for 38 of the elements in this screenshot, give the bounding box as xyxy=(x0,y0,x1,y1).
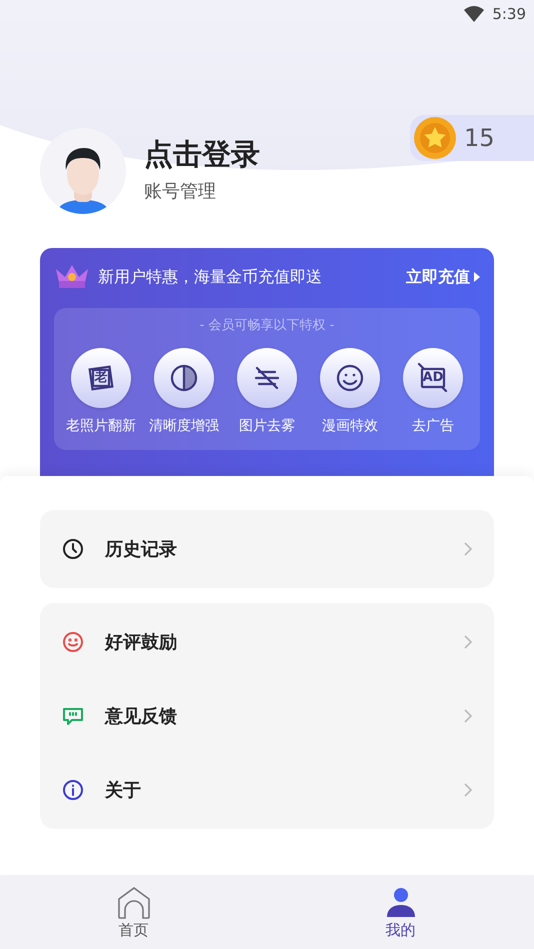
crown-icon xyxy=(54,263,90,291)
perk-label: 老照片翻新 xyxy=(66,416,136,436)
menu-item[interactable]: 关于 xyxy=(40,753,494,827)
login-title[interactable]: 点击登录 xyxy=(144,134,260,174)
account-label[interactable]: 账号管理 xyxy=(144,178,260,205)
perk-badge[interactable] xyxy=(154,348,214,408)
person-icon xyxy=(386,886,416,919)
clock-icon xyxy=(61,537,85,561)
perk-label: 清晰度增强 xyxy=(149,416,219,436)
star-coin-icon xyxy=(414,117,456,159)
promo-text: 新用户特惠，海量金币充值即送 xyxy=(98,266,322,288)
chevron-right-icon xyxy=(463,782,473,798)
status-time: 5:39 xyxy=(492,4,526,25)
perk-label: 图片去雾 xyxy=(239,416,295,436)
caret-icon xyxy=(474,272,480,282)
perk-label: 去广告 xyxy=(412,416,454,436)
icon-label: AD xyxy=(422,371,444,384)
chevron-right-icon xyxy=(463,541,473,557)
recharge-link[interactable]: 立即充值 xyxy=(406,265,480,289)
nav-tab[interactable]: 首页 xyxy=(0,875,267,949)
smile-icon xyxy=(61,630,85,654)
wifi-icon xyxy=(464,6,484,22)
perk-badge[interactable]: AD xyxy=(403,348,463,408)
menu-item[interactable]: 历史记录 xyxy=(40,512,494,586)
menu-item[interactable]: 好评鼓励 xyxy=(40,605,494,679)
perk-badge[interactable] xyxy=(320,348,380,408)
coin-balance[interactable]: 15 xyxy=(410,115,534,161)
perks-caption: - 会员可畅享以下特权 - xyxy=(198,317,336,335)
perk-badge[interactable] xyxy=(237,348,297,408)
perk-badge[interactable]: 老 xyxy=(71,348,131,408)
nav-tab[interactable]: 我的 xyxy=(267,875,534,949)
chevron-right-icon xyxy=(463,634,473,650)
icon-label: 老 xyxy=(94,371,108,384)
home-icon xyxy=(116,886,150,919)
menu-item[interactable]: 意见反馈 xyxy=(40,679,494,753)
chevron-right-icon xyxy=(463,708,473,724)
info-icon xyxy=(61,778,85,802)
perk-label: 漫画特效 xyxy=(322,416,378,436)
